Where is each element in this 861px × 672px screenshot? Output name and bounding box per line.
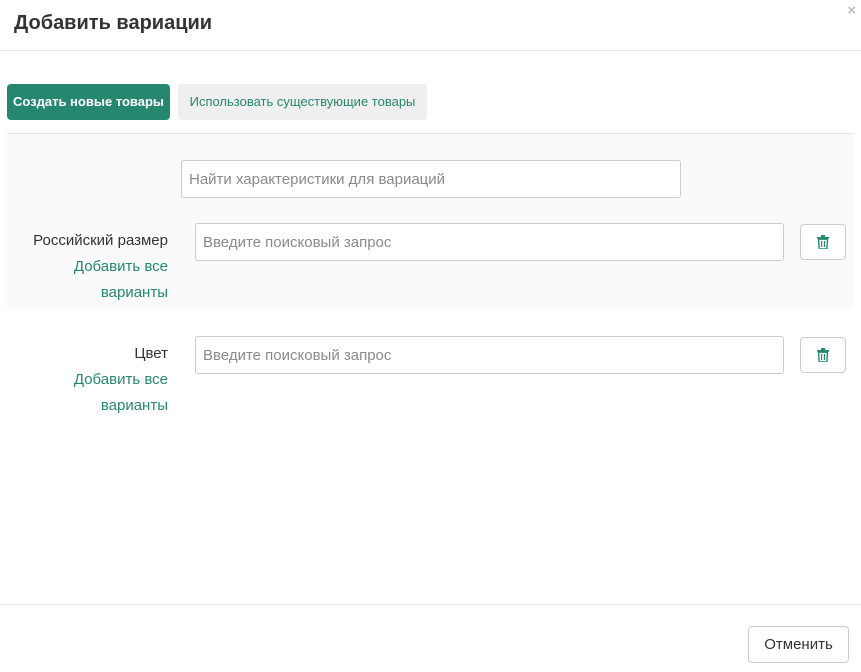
color-query-input[interactable] <box>195 336 784 374</box>
delete-attribute-button-color[interactable] <box>800 337 846 373</box>
mode-tabs: Создать новые товары Использовать сущест… <box>7 84 854 134</box>
add-all-variants-link-color[interactable]: Добавить все варианты <box>0 367 168 419</box>
modal-footer: Отменить <box>0 604 861 672</box>
add-variations-modal: Добавить вариации × Создать новые товары… <box>0 0 861 672</box>
search-attributes-input[interactable] <box>181 160 681 198</box>
tab-create-new-products[interactable]: Создать новые товары <box>7 84 170 120</box>
add-all-variants-link-size[interactable]: Добавить все варианты <box>0 254 168 306</box>
tab-use-existing-products[interactable]: Использовать существующие товары <box>178 84 427 120</box>
add-all-link-line1: Добавить все <box>73 258 168 275</box>
close-icon[interactable]: × <box>847 3 856 19</box>
attribute-label-size: Российский размер <box>33 232 168 249</box>
modal-header: Добавить вариации × <box>0 0 861 51</box>
cancel-button[interactable]: Отменить <box>748 626 849 663</box>
modal-title: Добавить вариации <box>14 12 213 34</box>
delete-attribute-button-size[interactable] <box>800 224 846 260</box>
add-all-link-line1: Добавить все <box>73 371 168 388</box>
add-all-link-line2: варианты <box>100 397 168 414</box>
add-all-link-line2: варианты <box>100 284 168 301</box>
trash-icon <box>817 235 829 249</box>
attribute-label-color: Цвет <box>134 345 168 362</box>
size-query-input[interactable] <box>195 223 784 261</box>
trash-icon <box>817 348 829 362</box>
